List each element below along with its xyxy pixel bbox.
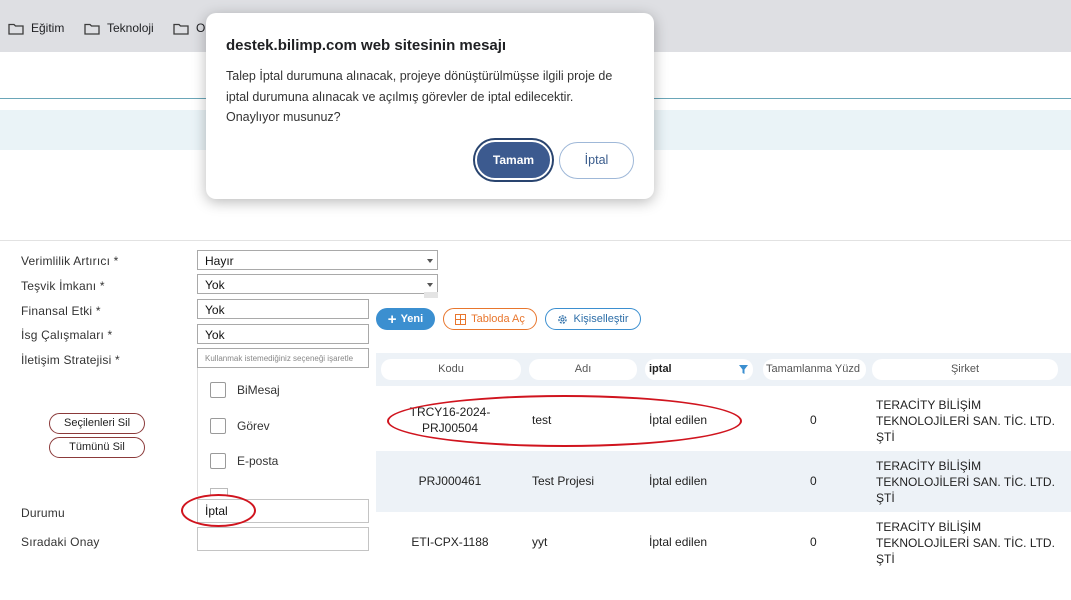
table-icon <box>455 313 467 325</box>
chevron-down-icon <box>427 283 433 287</box>
field-label-iletisim: İletişim Stratejisi * <box>21 353 120 367</box>
cell-sirket-line: TERACİTY BİLİŞİM <box>876 520 982 534</box>
iletisim-multiselect-input[interactable]: Kullanmak istemediğiniz seçeneği işaretl… <box>197 348 369 368</box>
remove-selected-button[interactable]: Seçilenleri Sil <box>49 413 145 434</box>
column-header-kodu[interactable]: Kodu <box>381 359 521 380</box>
dropdown-option-gorev[interactable]: Görev <box>210 418 270 434</box>
filter-value: iptal <box>649 363 672 375</box>
column-header-sirket[interactable]: Şirket <box>872 359 1058 380</box>
next-approval-input[interactable] <box>197 527 369 551</box>
option-label: Görev <box>237 419 270 433</box>
cell-sirket: TERACİTY BİLİŞİM TEKNOLOJİLERİ SAN. TİC.… <box>876 397 1055 445</box>
cell-yuzde: 0 <box>810 413 817 427</box>
bookmark-other[interactable]: O <box>173 21 205 35</box>
new-button-label: Yeni <box>400 313 424 325</box>
status-label: Durumu <box>21 506 65 520</box>
bookmark-label: O <box>196 21 206 35</box>
multiselect-placeholder: Kullanmak istemediğiniz seçeneği işaretl… <box>205 354 354 363</box>
dropdown-option-bimesaj[interactable]: BiMesaj <box>210 382 280 398</box>
new-button[interactable]: + Yeni <box>376 308 435 330</box>
folder-icon <box>8 23 24 35</box>
chevron-down-icon <box>427 259 433 263</box>
cell-sirket-line: ŞTİ <box>876 430 895 444</box>
form-divider <box>0 240 1071 241</box>
select-value: Yok <box>205 328 225 342</box>
cell-sirket-line: ŞTİ <box>876 491 895 505</box>
open-table-label: Tabloda Aç <box>471 313 525 325</box>
option-label: BiMesaj <box>237 383 280 397</box>
field-label-finansal: Finansal Etki * <box>21 304 101 318</box>
cell-sirket-line: TERACİTY BİLİŞİM <box>876 459 982 473</box>
cell-sirket-line: TERACİTY BİLİŞİM <box>876 398 982 412</box>
dialog-message-line: Talep İptal durumuna alınacak, projeye d… <box>226 69 613 83</box>
bookmark-label: Teknoloji <box>107 21 154 35</box>
checkbox[interactable] <box>210 382 226 398</box>
cell-sirket-line: TEKNOLOJİLERİ SAN. TİC. LTD. <box>876 536 1055 550</box>
checkbox[interactable] <box>210 453 226 469</box>
cell-kodu: PRJ000461 <box>418 474 482 488</box>
bookmark-label: Eğitim <box>31 21 65 35</box>
finansal-select[interactable]: Yok <box>197 299 369 319</box>
column-filter-input[interactable]: iptal <box>645 359 753 380</box>
checkbox[interactable] <box>210 418 226 434</box>
field-label-verimlilik: Verimlilik Artırıcı * <box>21 254 119 268</box>
table-row[interactable]: PRJ000461 Test Projesi İptal edilen 0 TE… <box>376 451 1071 512</box>
annotation-ellipse-row <box>387 395 742 447</box>
next-approval-label: Sıradaki Onay <box>21 535 100 549</box>
remove-all-button[interactable]: Tümünü Sil <box>49 437 145 458</box>
bookmark-egitim[interactable]: Eğitim <box>8 21 64 35</box>
gear-icon <box>558 314 568 324</box>
column-header-tamamlanma[interactable]: Tamamlanma Yüzd <box>763 359 866 380</box>
folder-icon <box>84 23 100 35</box>
folder-icon <box>173 23 189 35</box>
cell-durum: İptal edilen <box>649 535 708 549</box>
cancel-button[interactable]: İptal <box>559 142 634 179</box>
cell-durum: İptal edilen <box>649 474 708 488</box>
column-header-adi[interactable]: Adı <box>529 359 637 380</box>
select-value: Hayır <box>205 254 234 268</box>
select-value: Yok <box>205 278 225 292</box>
cell-sirket-line: TEKNOLOJİLERİ SAN. TİC. LTD. <box>876 475 1055 489</box>
dialog-message-line: Onaylıyor musunuz? <box>226 110 341 124</box>
cell-yuzde: 0 <box>810 474 817 488</box>
table-row[interactable]: ETI-CPX-1188 yyt İptal edilen 0 TERACİTY… <box>376 512 1071 573</box>
cell-adi: Test Projesi <box>532 474 595 488</box>
dialog-title: destek.bilimp.com web sitesinin mesajı <box>226 37 507 54</box>
field-label-isg: İsg Çalışmaları * <box>21 328 113 342</box>
cell-adi: yyt <box>532 535 548 549</box>
plus-icon: + <box>387 310 397 328</box>
bookmark-teknoloji[interactable]: Teknoloji <box>84 21 154 35</box>
select-value: Yok <box>205 303 225 317</box>
iletisim-dropdown: BiMesaj Görev E-posta <box>197 368 370 496</box>
isg-select[interactable]: Yok <box>197 324 369 344</box>
field-label-tesvik: Teşvik İmkanı * <box>21 279 105 293</box>
confirm-dialog: destek.bilimp.com web sitesinin mesajı T… <box>206 13 654 199</box>
cell-yuzde: 0 <box>810 535 817 549</box>
ok-button[interactable]: Tamam <box>475 140 552 180</box>
customize-label: Kişiselleştir <box>573 313 629 325</box>
annotation-ellipse-status <box>181 494 256 527</box>
cell-sirket: TERACİTY BİLİŞİM TEKNOLOJİLERİ SAN. TİC.… <box>876 519 1055 567</box>
dialog-message-line: iptal durumuna alınacak ve açılmış görev… <box>226 89 574 104</box>
option-label: E-posta <box>237 454 279 468</box>
tesvik-select[interactable]: Yok <box>197 274 438 294</box>
open-table-button[interactable]: Tabloda Aç <box>443 308 537 330</box>
cell-sirket: TERACİTY BİLİŞİM TEKNOLOJİLERİ SAN. TİC.… <box>876 458 1055 506</box>
table-header: Kodu Adı iptal Tamamlanma Yüzd Şirket <box>376 353 1071 386</box>
dialog-message: Talep İptal durumuna alınacak, projeye d… <box>226 66 636 128</box>
customize-button[interactable]: Kişiselleştir <box>545 308 641 330</box>
dropdown-option-eposta[interactable]: E-posta <box>210 453 278 469</box>
cell-sirket-line: TEKNOLOJİLERİ SAN. TİC. LTD. <box>876 414 1055 428</box>
cell-kodu: ETI-CPX-1188 <box>411 535 489 549</box>
select-scroll-hint <box>424 292 438 298</box>
cell-sirket-line: ŞTİ <box>876 552 895 566</box>
filter-icon <box>739 365 748 374</box>
verimlilik-select[interactable]: Hayır <box>197 250 438 270</box>
